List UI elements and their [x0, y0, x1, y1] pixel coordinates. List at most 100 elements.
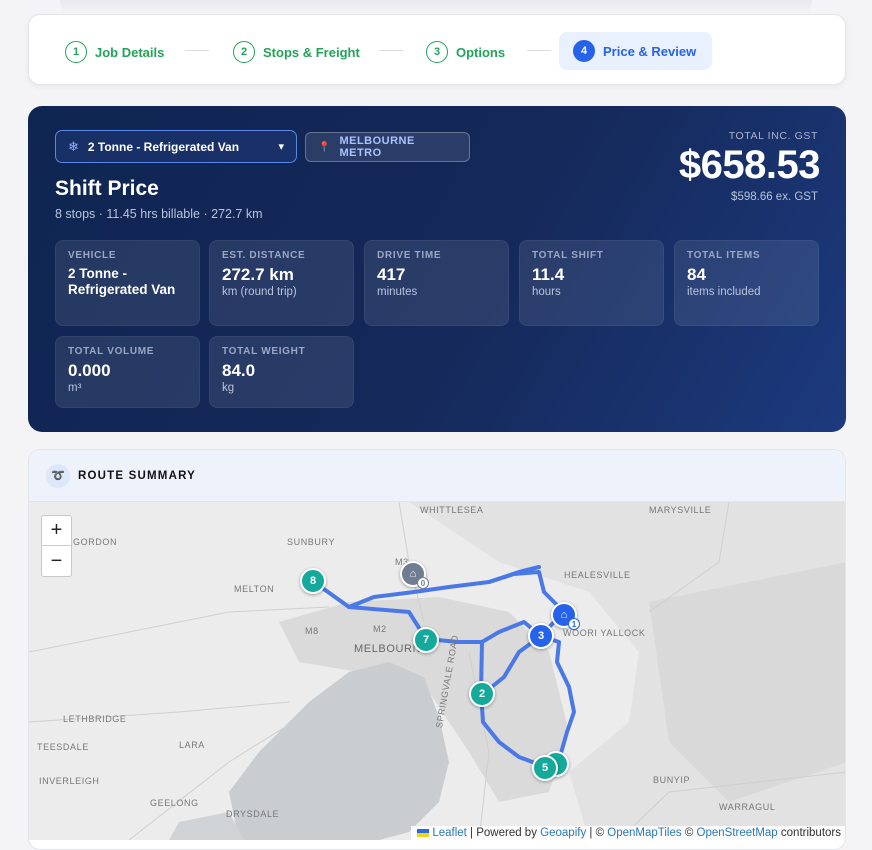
stat-key: TOTAL SHIFT — [532, 250, 604, 261]
marker-label: 3 — [537, 630, 545, 642]
step-divider — [527, 50, 551, 51]
marker-label: 2 — [478, 688, 486, 700]
total-label: TOTAL INC. GST — [728, 130, 818, 142]
stat-drive-time: DRIVE TIME 417 minutes — [364, 240, 509, 326]
openstreetmap-link[interactable]: OpenStreetMap — [697, 827, 778, 839]
route-map[interactable]: + − WHITTLESEA MARYSVILLE GORDON SUNBURY… — [29, 502, 845, 840]
route-summary-header: ➰ ROUTE SUMMARY — [29, 450, 845, 502]
stat-unit: hours — [532, 286, 561, 298]
stat-value: 2 Tonne - Refrigerated Van — [68, 266, 176, 297]
map-pin-icon: 📍 — [318, 141, 331, 153]
region-label: MELBOURNE METRO — [339, 135, 415, 159]
stat-key: TOTAL ITEMS — [687, 250, 761, 261]
stat-value: 272.7 km — [222, 265, 294, 284]
stat-unit: items included — [687, 286, 761, 298]
stop-marker-2[interactable]: 2 — [469, 681, 495, 707]
stat-value: 0.000 — [68, 361, 111, 380]
shift-summary: 8 stops · 11.45 hrs billable · 272.7 km — [55, 207, 263, 221]
marker-label: 5 — [541, 762, 549, 774]
step-job-details[interactable]: 1 Job Details — [65, 37, 164, 67]
map-label: MELTON — [234, 584, 275, 594]
stat-unit: km (round trip) — [222, 286, 297, 298]
step-number: 2 — [233, 41, 255, 63]
zoom-in-button[interactable]: + — [42, 516, 71, 546]
map-label: SUNBURY — [287, 537, 336, 547]
region-badge: 📍 MELBOURNE METRO — [305, 132, 470, 162]
map-label: TEESDALE — [37, 742, 89, 752]
stat-value: 417 — [377, 265, 406, 284]
map-label: MARYSVILLE — [649, 505, 712, 515]
map-label: M2 — [373, 624, 387, 634]
attribution-text: | © — [589, 827, 605, 839]
home-icon: ⌂ — [560, 609, 568, 621]
zoom-control: + − — [41, 515, 72, 577]
map-label: DRYSDALE — [226, 809, 280, 819]
stat-total-volume: TOTAL VOLUME 0.000 m³ — [55, 336, 200, 408]
map-label: WHITTLESEA — [420, 505, 484, 515]
stat-key: TOTAL VOLUME — [68, 346, 155, 357]
snowflake-icon: ❄ — [68, 138, 79, 154]
step-options[interactable]: 3 Options — [426, 37, 505, 67]
step-divider — [379, 50, 403, 51]
page-title: Shift Price — [55, 177, 159, 200]
stop-marker-3[interactable]: 3 — [528, 623, 554, 649]
stat-vehicle: VEHICLE 2 Tonne - Refrigerated Van — [55, 240, 200, 326]
step-label: Price & Review — [603, 43, 697, 59]
map-background — [29, 502, 845, 840]
route-summary-title: ROUTE SUMMARY — [78, 469, 197, 482]
stop-marker-8[interactable]: 8 — [300, 568, 326, 594]
zoom-out-button[interactable]: − — [42, 546, 71, 576]
vehicle-select[interactable]: ❄ 2 Tonne - Refrigerated Van ▾ — [55, 130, 297, 163]
stat-unit: kg — [222, 382, 235, 394]
top-edge-shadow — [60, 0, 812, 14]
marker-label: 8 — [309, 575, 317, 587]
step-number: 1 — [65, 41, 87, 63]
step-price-review[interactable]: 4 Price & Review — [559, 32, 713, 70]
stat-unit: m³ — [68, 382, 82, 394]
stepper: 1 Job Details 2 Stops & Freight 3 Option… — [28, 14, 846, 85]
stop-marker-7[interactable]: 7 — [413, 627, 439, 653]
stat-total-weight: TOTAL WEIGHT 84.0 kg — [209, 336, 354, 408]
stat-distance: EST. DISTANCE 272.7 km km (round trip) — [209, 240, 354, 326]
map-label: GORDON — [73, 537, 118, 547]
step-number: 4 — [573, 40, 595, 62]
leaflet-link[interactable]: Leaflet — [432, 827, 467, 839]
attribution-text: contributors — [780, 827, 841, 839]
stat-value: 84.0 — [222, 361, 256, 380]
depot-marker-end[interactable]: ⌂ 1 — [551, 602, 580, 630]
total-ex-gst: $598.66 ex. GST — [731, 191, 818, 203]
route-icon: ➰ — [46, 463, 70, 488]
step-label: Options — [456, 44, 506, 60]
step-divider — [185, 50, 209, 51]
stat-key: DRIVE TIME — [377, 250, 442, 261]
price-panel: ❄ 2 Tonne - Refrigerated Van ▾ 📍 MELBOUR… — [28, 106, 846, 432]
chevron-down-icon: ▾ — [278, 141, 284, 153]
geoapify-link[interactable]: Geoapify — [540, 827, 586, 839]
stat-total-shift: TOTAL SHIFT 11.4 hours — [519, 240, 664, 326]
map-attribution: Leaflet | Powered by Geoapify | © OpenMa… — [411, 826, 845, 840]
stat-total-items: TOTAL ITEMS 84 items included — [674, 240, 819, 326]
step-label: Job Details — [95, 44, 165, 60]
map-label: BUNYIP — [653, 775, 691, 785]
stat-key: VEHICLE — [68, 250, 117, 261]
openmaptiles-link[interactable]: OpenMapTiles — [607, 827, 681, 839]
attribution-text: | Powered by — [470, 827, 537, 839]
marker-badge: 1 — [568, 618, 580, 630]
vehicle-select-value: 2 Tonne - Refrigerated Van — [87, 139, 240, 154]
step-label: Stops & Freight — [263, 44, 360, 60]
stat-key: TOTAL WEIGHT — [222, 346, 306, 357]
stat-value: 11.4 — [532, 265, 565, 284]
map-label: HEALESVILLE — [564, 570, 631, 580]
marker-badge: 0 — [417, 577, 429, 589]
stat-value: 84 — [687, 265, 706, 284]
stop-marker-5[interactable]: 5 — [532, 755, 558, 781]
map-label: INVERLEIGH — [39, 776, 100, 786]
map-label: GEELONG — [150, 798, 199, 808]
home-icon: ⌂ — [409, 568, 417, 580]
depot-marker-start[interactable]: ⌂ 0 — [400, 561, 429, 589]
stat-unit: minutes — [377, 286, 418, 298]
step-stops-freight[interactable]: 2 Stops & Freight — [233, 37, 360, 67]
flag-icon — [417, 828, 430, 837]
map-label: M8 — [305, 626, 319, 636]
total-price: $658.53 — [678, 143, 821, 187]
